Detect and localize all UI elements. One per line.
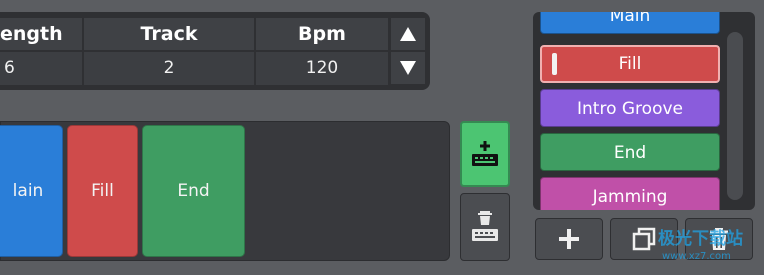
list-item-label: Fill	[618, 54, 642, 74]
trash-icon	[710, 228, 728, 250]
arrow-down-icon	[400, 61, 416, 75]
list-item-fill[interactable]: Fill	[540, 45, 720, 83]
delete-pattern-button[interactable]	[460, 193, 510, 261]
cell-track[interactable]: 2	[84, 52, 254, 85]
cell-length[interactable]: 6	[0, 52, 82, 85]
pattern-pad-main[interactable]: lain	[0, 125, 63, 257]
song-parts-table: ength Track Bpm 6 2 120	[0, 12, 430, 90]
move-up-button[interactable]	[391, 18, 425, 50]
duplicate-part-button[interactable]	[610, 218, 678, 260]
list-scrollbar[interactable]	[727, 32, 743, 200]
selection-marker	[552, 53, 557, 75]
list-item-jamming[interactable]: Jamming	[540, 177, 720, 210]
list-item-main[interactable]: Main	[540, 12, 720, 34]
delete-part-button[interactable]	[685, 218, 753, 260]
list-item-intro-groove[interactable]: Intro Groove	[540, 89, 720, 127]
cell-bpm[interactable]: 120	[256, 52, 388, 85]
header-track: Track	[84, 18, 254, 50]
duplicate-icon	[632, 227, 656, 251]
list-item-end[interactable]: End	[540, 133, 720, 171]
add-pattern-icon	[472, 141, 498, 166]
arrow-up-icon	[400, 27, 416, 41]
plus-icon	[559, 229, 579, 249]
delete-pattern-icon	[472, 211, 498, 241]
move-down-button[interactable]	[391, 52, 425, 84]
pattern-pad-end[interactable]: End	[142, 125, 245, 257]
pattern-list: Main Fill Intro Groove End Jamming	[533, 12, 755, 210]
pattern-strip: lain Fill End	[0, 121, 450, 261]
pattern-pad-fill[interactable]: Fill	[67, 125, 138, 257]
add-pattern-button[interactable]	[460, 121, 510, 187]
add-part-button[interactable]	[535, 218, 603, 260]
header-length: ength	[0, 18, 82, 50]
header-bpm: Bpm	[256, 18, 388, 50]
